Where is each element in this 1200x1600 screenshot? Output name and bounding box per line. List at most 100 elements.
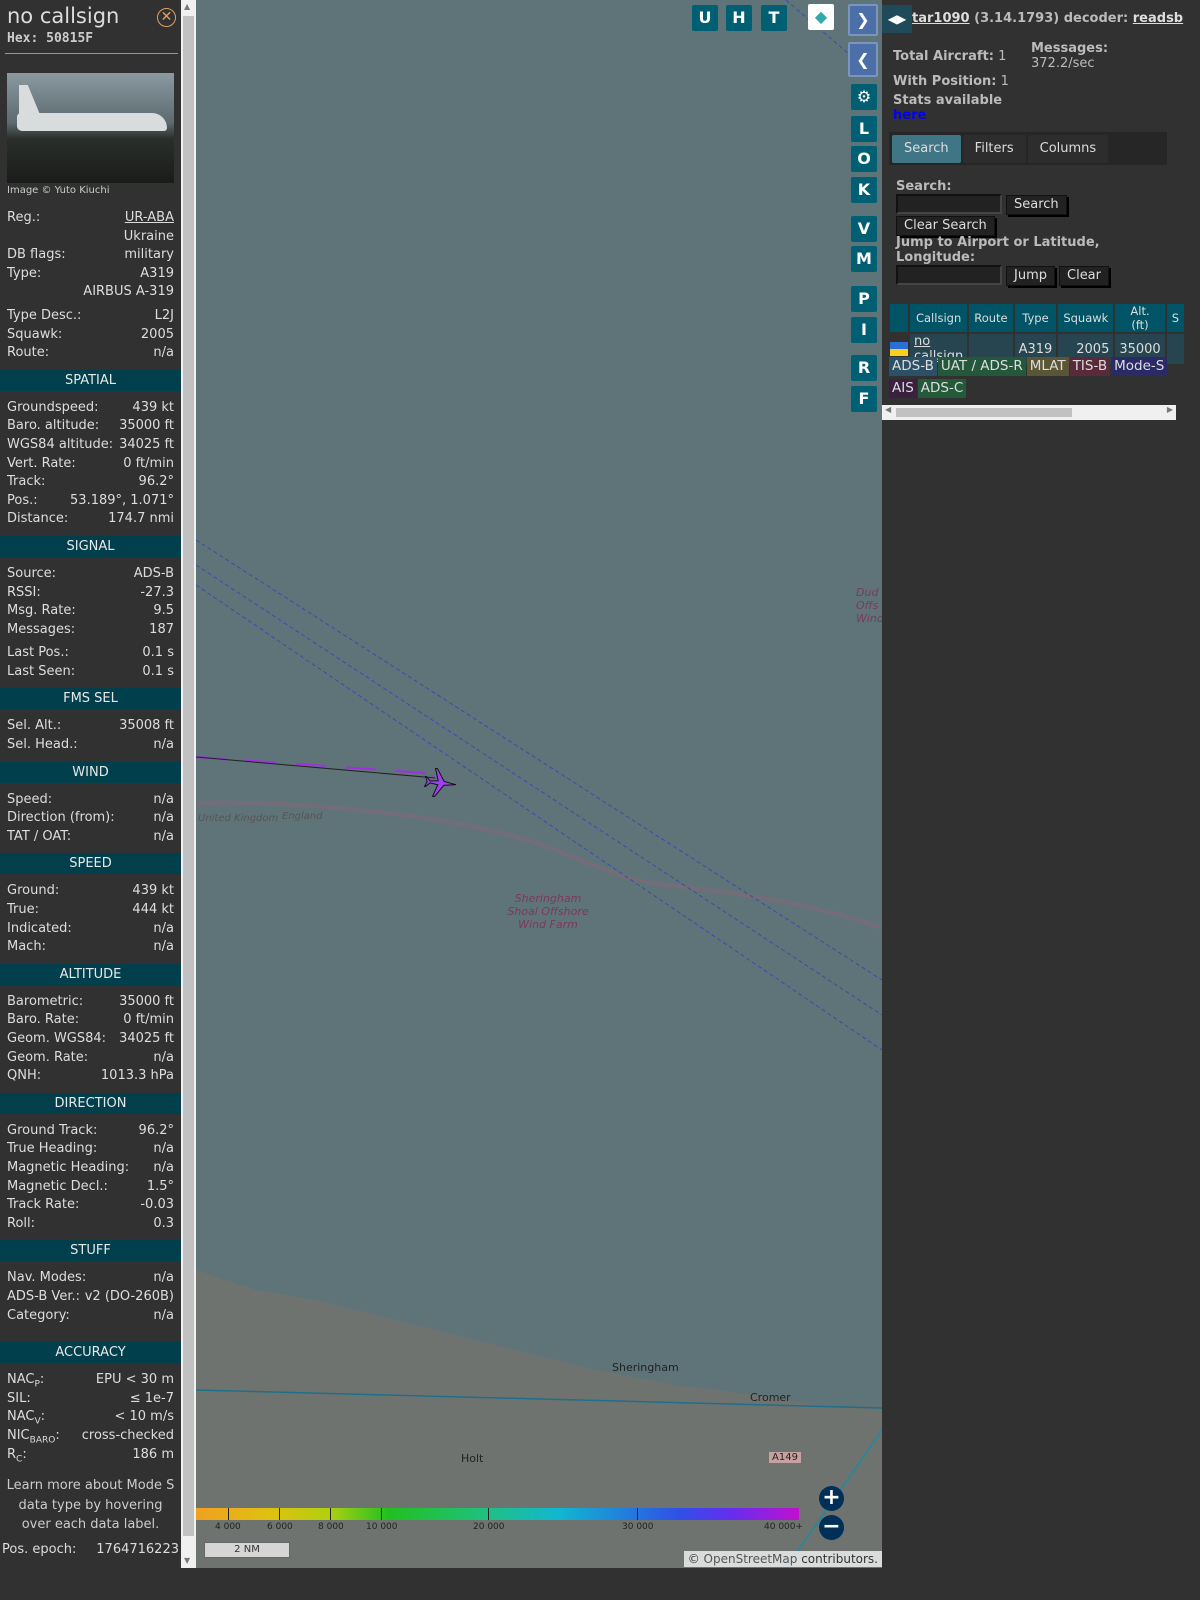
tab-columns[interactable]: Columns — [1027, 135, 1109, 163]
zoom-out-button[interactable]: − — [819, 1515, 844, 1540]
info-label[interactable]: Geom. Rate: — [7, 1049, 88, 1068]
map-button-i[interactable]: I — [851, 317, 877, 343]
app-link[interactable]: tar1090 — [912, 11, 970, 26]
info-label[interactable]: Nav. Modes: — [7, 1269, 86, 1288]
map-button-l[interactable]: L — [851, 116, 877, 142]
info-label[interactable]: Ground Track: — [7, 1122, 97, 1141]
close-icon[interactable]: ✕ — [157, 8, 176, 27]
info-label[interactable]: Category: — [7, 1307, 70, 1326]
search-button[interactable]: Search — [1006, 195, 1067, 215]
layers-icon[interactable]: ◆ — [808, 4, 834, 30]
collapse-left-button[interactable]: ❮ — [848, 42, 878, 77]
stats-link[interactable]: here — [893, 108, 926, 123]
info-label[interactable]: Distance: — [7, 510, 68, 529]
info-label[interactable]: Speed: — [7, 791, 52, 810]
col-flag[interactable] — [890, 304, 908, 332]
info-label[interactable]: RSSI: — [7, 584, 41, 603]
settings-gear-icon[interactable]: ⚙ — [851, 84, 877, 110]
info-label[interactable]: Track Rate: — [7, 1196, 79, 1215]
info-value: 439 kt — [132, 883, 174, 899]
table-horizontal-scrollbar[interactable]: ◀ ▶ — [882, 405, 1176, 420]
aircraft-info-panel: no callsign Hex: 50815F ✕ Image © Yuto K… — [0, 0, 181, 1600]
info-label[interactable]: Track: — [7, 473, 45, 492]
callsign-title: no callsign — [7, 4, 120, 28]
info-label[interactable]: Last Pos.: — [7, 644, 69, 663]
info-label[interactable]: Messages: — [7, 621, 75, 640]
aircraft-photo[interactable] — [7, 73, 174, 183]
clear-search-button[interactable]: Clear Search — [896, 216, 995, 236]
info-label[interactable]: Sel. Head.: — [7, 736, 78, 755]
map-button-t[interactable]: T — [761, 5, 787, 31]
info-label[interactable]: Magnetic Heading: — [7, 1159, 129, 1178]
info-label[interactable]: Type: — [7, 265, 41, 284]
clear-button[interactable]: Clear — [1059, 266, 1109, 286]
col-callsign[interactable]: Callsign — [910, 304, 968, 332]
info-label[interactable]: Direction (from): — [7, 809, 115, 828]
info-label[interactable]: Route: — [7, 344, 49, 363]
info-label[interactable]: Msg. Rate: — [7, 602, 76, 621]
info-label[interactable]: WGS84 altitude: — [7, 436, 113, 455]
zoom-in-button[interactable]: + — [819, 1486, 844, 1511]
info-label[interactable]: NAC — [7, 1409, 34, 1424]
info-value: 0.1 s — [142, 645, 174, 661]
map-button-m[interactable]: M — [851, 246, 877, 272]
search-input[interactable] — [896, 194, 1002, 214]
map-button-p[interactable]: P — [851, 286, 877, 312]
info-label[interactable]: Magnetic Decl.: — [7, 1178, 108, 1197]
info-value: n/a — [153, 920, 174, 936]
info-label[interactable]: True Heading: — [7, 1140, 97, 1159]
left-panel-scrollbar[interactable]: ▲ ▼ — [181, 0, 196, 1568]
expand-right-button[interactable]: ❯ — [848, 4, 878, 36]
map[interactable]: United Kingdom England Sheringham Shoal … — [196, 0, 882, 1568]
info-label[interactable]: Last Seen: — [7, 663, 75, 682]
info-label[interactable]: Source: — [7, 565, 56, 584]
info-label[interactable]: SIL: — [7, 1390, 31, 1409]
info-label[interactable]: Barometric: — [7, 993, 83, 1012]
jump-input[interactable] — [896, 265, 1002, 285]
info-value[interactable]: UR-ABA — [125, 209, 174, 228]
tab-filters[interactable]: Filters — [962, 135, 1026, 163]
col-speed[interactable]: S — [1166, 304, 1185, 332]
info-label[interactable]: Pos.: — [7, 492, 38, 511]
map-button-k[interactable]: K — [851, 177, 877, 203]
jump-button[interactable]: Jump — [1006, 266, 1055, 286]
info-label[interactable]: ADS-B Ver.: — [7, 1288, 80, 1307]
info-label[interactable]: TAT / OAT: — [7, 828, 71, 847]
info-label[interactable]: Reg.: — [7, 209, 40, 228]
decoder-link[interactable]: readsb — [1133, 11, 1183, 26]
info-label[interactable]: NAC — [7, 1372, 34, 1387]
col-alt[interactable]: Alt. (ft) — [1115, 304, 1165, 332]
toggle-panel-button[interactable]: ◀▶ — [882, 5, 912, 33]
info-row: Roll: 0.3 — [0, 1215, 181, 1234]
map-button-u[interactable]: U — [692, 5, 718, 31]
info-label[interactable]: NIC — [7, 1428, 30, 1443]
info-label[interactable]: Squawk: — [7, 326, 62, 345]
info-label[interactable]: QNH: — [7, 1067, 41, 1086]
info-label[interactable]: Vert. Rate: — [7, 455, 76, 474]
info-label[interactable]: Geom. WGS84: — [7, 1030, 106, 1049]
info-label[interactable]: True: — [7, 901, 39, 920]
col-route[interactable]: Route — [969, 304, 1013, 332]
legend-tick: 20 000 — [473, 1522, 505, 1532]
col-squawk[interactable]: Squawk — [1058, 304, 1114, 332]
info-label[interactable]: Roll: — [7, 1215, 35, 1234]
info-label[interactable]: Sel. Alt.: — [7, 717, 61, 736]
info-label[interactable]: Baro. altitude: — [7, 417, 99, 436]
info-label[interactable]: Type Desc.: — [7, 307, 81, 326]
tab-search[interactable]: Search — [892, 135, 961, 163]
info-label[interactable]: R — [7, 1447, 16, 1462]
map-button-o[interactable]: O — [851, 146, 877, 172]
map-button-f[interactable]: F — [851, 386, 877, 412]
info-label[interactable]: Groundspeed: — [7, 399, 98, 418]
map-button-h[interactable]: H — [726, 5, 752, 31]
map-button-v[interactable]: V — [851, 216, 877, 242]
info-label[interactable]: Ground: — [7, 882, 59, 901]
map-button-r[interactable]: R — [851, 355, 877, 381]
info-label[interactable]: Indicated: — [7, 920, 72, 939]
info-label[interactable]: Mach: — [7, 938, 46, 957]
info-label[interactable]: DB flags: — [7, 246, 66, 265]
col-type[interactable]: Type — [1014, 304, 1057, 332]
info-row: NICBARO: cross-checked — [7, 1427, 174, 1446]
osm-link[interactable]: OpenStreetMap — [704, 1552, 798, 1566]
info-label[interactable]: Baro. Rate: — [7, 1011, 79, 1030]
